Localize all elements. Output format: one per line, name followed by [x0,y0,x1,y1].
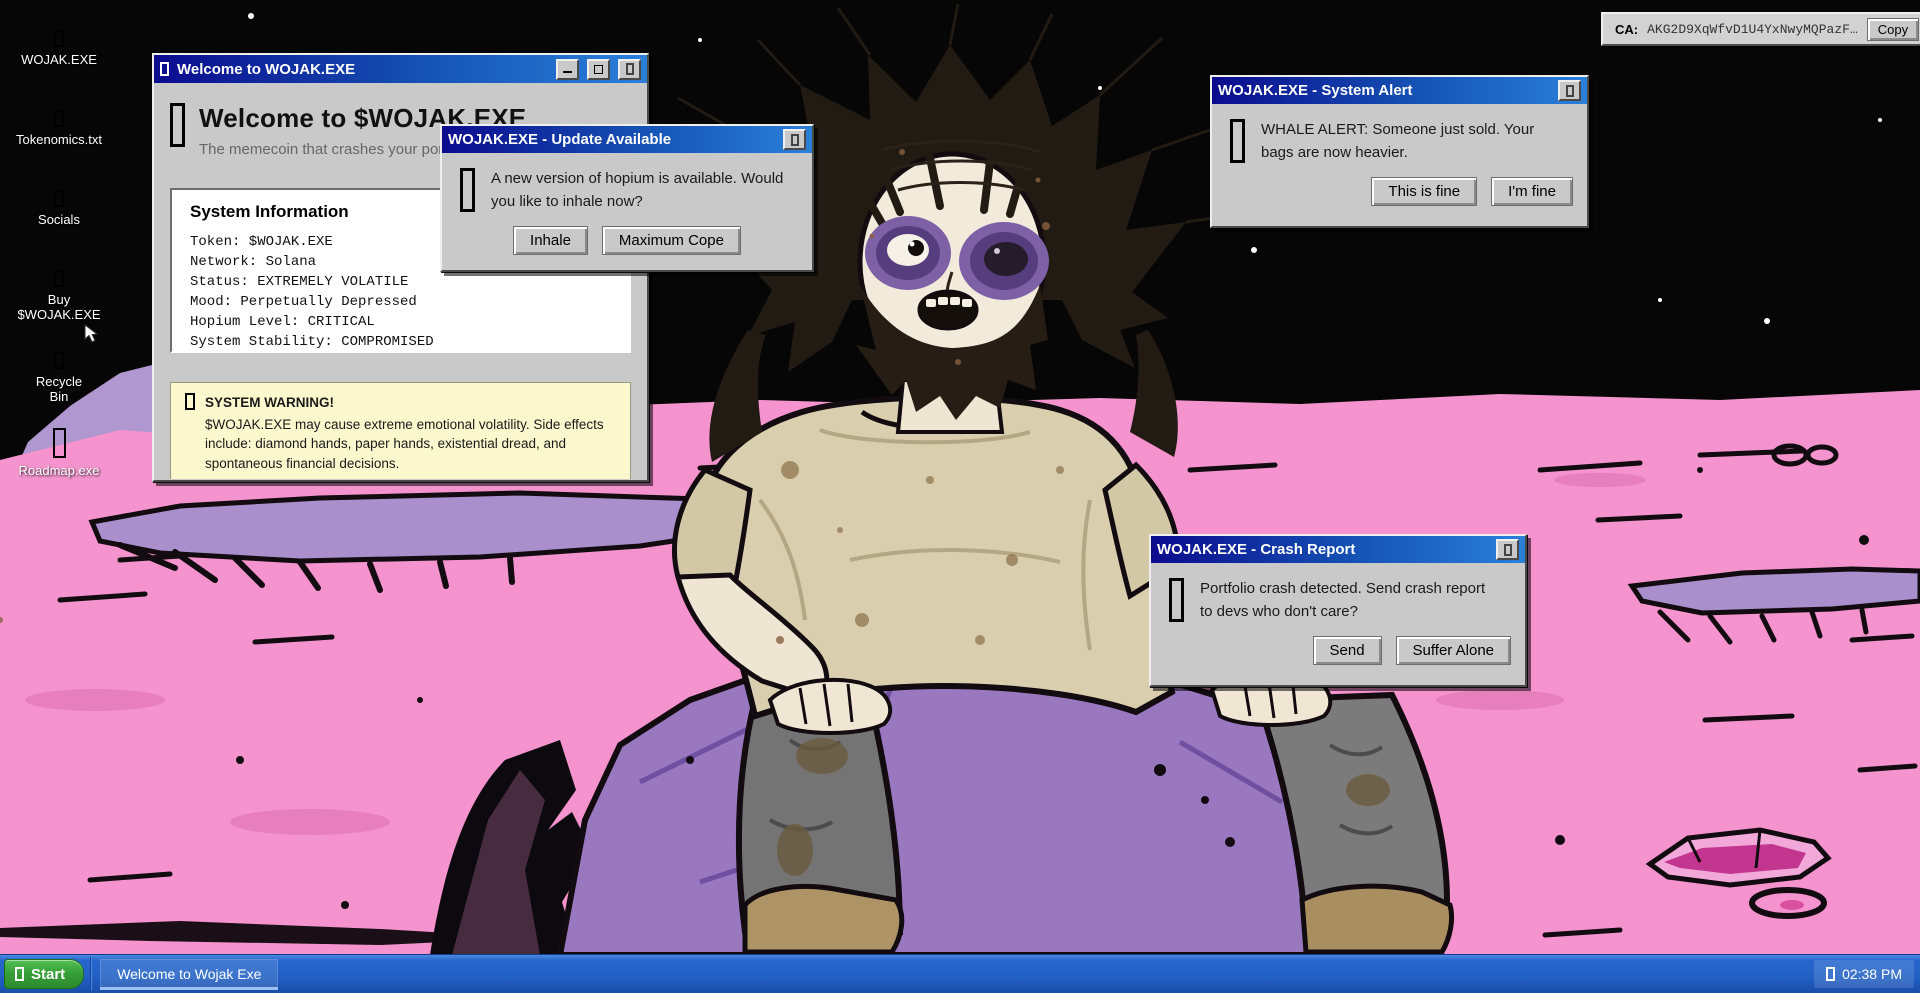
crash-dialog-titlebar[interactable]: WOJAK.EXE - Crash Report [1151,536,1525,563]
file-icon [53,428,66,458]
close-icon [1566,85,1574,97]
dialog-message: Portfolio crash detected. Send crash rep… [1200,578,1496,623]
inhale-button[interactable]: Inhale [513,226,588,255]
desktop-icon-buy-wojak[interactable]: Buy $WOJAK.EXE [11,270,107,323]
dialog-message: A new version of hopium is available. Wo… [491,168,791,213]
clock-time: 02:38 PM [1842,966,1902,982]
taskbar-item-label: Welcome to Wojak Exe [117,966,261,982]
close-button[interactable] [618,59,641,80]
file-icon [54,110,64,127]
sysinfo-status: Status: EXTREMELY VOLATILE [190,272,611,292]
contract-address: AKG2D9XqWfvD1U4YxNwyMQPazF… [1647,22,1858,37]
dialog-message: WHALE ALERT: Someone just sold. Your bag… [1261,119,1557,164]
alert-dialog-titlebar[interactable]: WOJAK.EXE - System Alert [1212,77,1587,104]
sysinfo-hopium: Hopium Level: CRITICAL [190,312,611,332]
update-dialog: WOJAK.EXE - Update Available A new versi… [440,124,814,272]
desktop-icon-wojak-exe[interactable]: WOJAK.EXE [11,30,107,68]
file-icon [54,190,64,207]
desktop-icon-roadmap[interactable]: Roadmap.exe [11,428,107,479]
file-icon [54,270,64,287]
start-label: Start [31,966,65,983]
close-icon [791,134,799,146]
wojak-app-icon [170,103,185,147]
maximize-button[interactable] [587,59,610,80]
desktop-icon-label: Buy $WOJAK.EXE [15,293,103,323]
desktop-icon-label: Tokenomics.txt [16,133,102,148]
sysinfo-mood: Mood: Perpetually Depressed [190,292,611,312]
dialog-info-icon [1230,119,1245,163]
desktop: WOJAK.EXE Tokenomics.txt Socials Buy $WO… [0,0,1920,993]
ca-label: CA: [1615,22,1638,37]
update-dialog-titlebar[interactable]: WOJAK.EXE - Update Available [442,126,812,153]
minimize-icon [563,65,572,73]
desktop-icon-label: WOJAK.EXE [21,53,97,68]
warning-body: $WOJAK.EXE may cause extreme emotional v… [205,417,604,471]
taskbar-item-welcome-window[interactable]: Welcome to Wojak Exe [100,959,278,990]
start-button[interactable]: Start [4,959,84,989]
suffer-alone-button[interactable]: Suffer Alone [1396,636,1511,665]
close-icon [626,63,634,75]
desktop-icon-label: Roadmap.exe [19,464,100,479]
recycle-bin-icon [54,352,64,369]
window-title: Welcome to WOJAK.EXE [177,61,355,78]
close-icon [1504,544,1512,556]
desktop-icon-tokenomics[interactable]: Tokenomics.txt [11,110,107,148]
dialog-info-icon [460,168,475,212]
this-is-fine-button[interactable]: This is fine [1371,177,1477,206]
im-fine-button[interactable]: I'm fine [1491,177,1573,206]
taskbar: Start Welcome to Wojak Exe 02:38 PM [0,955,1920,993]
desktop-icon-label: Recycle Bin [30,375,88,405]
contract-address-bar: CA: AKG2D9XqWfvD1U4YxNwyMQPazF… Copy [1601,12,1920,46]
maximize-icon [594,65,603,74]
system-alert-dialog: WOJAK.EXE - System Alert WHALE ALERT: So… [1210,75,1589,228]
desktop-icon-socials[interactable]: Socials [11,190,107,228]
mouse-cursor [84,324,101,343]
copy-button[interactable]: Copy [1867,18,1919,41]
dialog-title: WOJAK.EXE - Crash Report [1157,541,1355,558]
dialog-info-icon [1169,578,1184,622]
system-warning-box: SYSTEM WARNING! $WOJAK.EXE may cause ext… [170,382,631,479]
sysinfo-stability: System Stability: COMPROMISED [190,332,611,352]
main-window-titlebar[interactable]: Welcome to WOJAK.EXE [154,55,647,83]
desktop-icon-recycle-bin[interactable]: Recycle Bin [11,352,107,405]
file-icon [54,30,64,47]
clock-icon [1826,967,1835,981]
warning-icon [185,393,195,410]
warning-heading: SYSTEM WARNING! [205,393,616,413]
dialog-title: WOJAK.EXE - Update Available [448,131,671,148]
dialog-title: WOJAK.EXE - System Alert [1218,82,1413,99]
close-button[interactable] [783,129,806,150]
taskbar-separator [90,957,92,991]
send-button[interactable]: Send [1313,636,1382,665]
desktop-icon-label: Socials [38,213,80,228]
maximum-cope-button[interactable]: Maximum Cope [602,226,741,255]
start-icon [15,967,24,981]
crash-report-dialog: WOJAK.EXE - Crash Report Portfolio crash… [1149,534,1527,687]
close-button[interactable] [1558,80,1581,101]
taskbar-clock[interactable]: 02:38 PM [1814,960,1914,988]
window-icon [160,62,169,76]
close-button[interactable] [1496,539,1519,560]
minimize-button[interactable] [556,59,579,80]
